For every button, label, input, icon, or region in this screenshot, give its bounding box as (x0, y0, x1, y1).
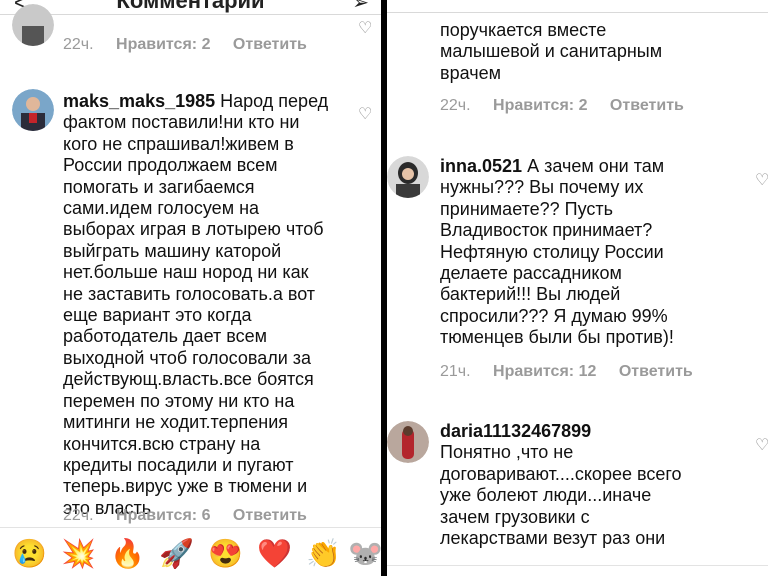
comment-meta: 22ч. Нравится: 2 Ответить (63, 36, 325, 54)
comment-text-line: делаете рассадником (440, 263, 622, 284)
comment-text-line: фактом поставили!ни кто ни (63, 112, 300, 133)
reply-button[interactable]: Ответить (610, 97, 684, 114)
send-icon[interactable]: ➢ (352, 0, 369, 15)
page-title: Комментарии (116, 0, 265, 13)
comment-text-line: нет.больше наш нород ни как (63, 262, 309, 283)
clapping-hands-icon[interactable]: 👏 (306, 538, 341, 570)
comment-username[interactable]: inna.0521 (440, 156, 522, 176)
red-heart-icon[interactable]: ❤️ (257, 538, 292, 570)
comment-text-line: не заставить голосовать.а вот (63, 283, 316, 304)
comment-text-line: поручкается вместе (440, 20, 607, 40)
rocket-icon[interactable]: 🚀 (159, 538, 194, 570)
mouse-icon[interactable]: 🐭 (348, 538, 381, 570)
comment-text-line: кончится.всю страну на (63, 433, 261, 454)
reply-button[interactable]: Ответить (233, 507, 307, 524)
avatar[interactable] (12, 89, 54, 131)
emoji-reaction-bar: 😢 💥 🔥 🚀 😍 ❤️ 👏 🐭 (0, 527, 381, 576)
comment-text-line: принимаете?? Пусть (440, 198, 614, 219)
comment-time: 21ч. (440, 363, 471, 380)
comment-text-line: выходной чтоб голосовали за (63, 347, 312, 368)
comment-text-line: нужны??? Вы почему их (440, 177, 644, 198)
avatar[interactable] (387, 421, 429, 463)
avatar[interactable] (12, 4, 54, 46)
comment-username[interactable]: daria11132467899 (440, 421, 591, 441)
comment-time: 22ч. (440, 97, 471, 114)
reply-button[interactable]: Ответить (619, 363, 693, 380)
header-bar (387, 0, 768, 13)
comment-text-line: тюменцев были бы против)! (440, 327, 674, 348)
comment-username[interactable]: maks_maks_1985 (63, 91, 215, 111)
comment-text-line: России продолжаем всем (63, 155, 278, 176)
comment-text-line: теперь.вирус уже в тюмени и (63, 476, 308, 497)
comment-body: поручкается вместе малышевой и санитарны… (440, 20, 740, 84)
comment-text-line: кредиты посадили и пугают (63, 454, 294, 475)
comment-text-line: договаривают....скорее всего (440, 463, 682, 484)
right-screenshot: поручкается вместе малышевой и санитарны… (387, 0, 768, 576)
likes-count[interactable]: Нравится: 6 (116, 507, 210, 524)
comment-meta: 22ч. Нравится: 2 Ответить (440, 97, 702, 115)
comment-text-line: уже болеют люди...иначе (440, 485, 652, 506)
comment-text-line: выборах играя в лотырею чтоб (63, 219, 324, 240)
comment-text-line: зачем грузовики с (440, 506, 590, 527)
comment-body: maks_maks_1985 Народ перед фактом постав… (63, 91, 348, 519)
comment-text-line: выйграть машину каторой (63, 240, 282, 261)
heart-eyes-icon[interactable]: 😍 (208, 538, 243, 570)
comment-text-line: спросили??? Я думаю 99% (440, 305, 668, 326)
like-heart-icon[interactable]: ♡ (358, 18, 372, 38)
reply-button[interactable]: Ответить (233, 36, 307, 53)
comment-text-line: сами.идем голосуем на (63, 198, 260, 219)
left-screenshot: < Комментарии ➢ 22ч. Нравится: 2 Ответит… (0, 0, 381, 576)
crying-face-icon[interactable]: 😢 (12, 538, 47, 570)
comment-text-line: перемен по этому ни кто на (63, 390, 295, 411)
comment-text-line: действующ.власть.все боятся (63, 369, 314, 390)
comment-text-line: помогать и загибаемся (63, 176, 255, 197)
like-heart-icon[interactable]: ♡ (755, 435, 768, 455)
comment-text-line: Народ перед (220, 91, 329, 111)
collision-icon[interactable]: 💥 (61, 538, 96, 570)
comment-text-line: работодатель дает всем (63, 326, 267, 347)
header-bar: < Комментарии ➢ (0, 0, 381, 15)
comment-text-line: еще вариант это когда (63, 305, 252, 326)
likes-count[interactable]: Нравится: 2 (493, 97, 587, 114)
fire-icon[interactable]: 🔥 (110, 538, 145, 570)
comment-body: inna.0521 А зачем они там нужны??? Вы по… (440, 156, 750, 349)
comment-text-line: Владивосток принимает? (440, 220, 653, 241)
likes-count[interactable]: Нравится: 12 (493, 363, 596, 380)
comment-meta: 21ч. Нравится: 12 Ответить (440, 363, 711, 381)
comment-meta: 22ч. Нравится: 6 Ответить (63, 507, 325, 525)
comment-text-line: врачем (440, 62, 501, 83)
like-heart-icon[interactable]: ♡ (358, 104, 372, 124)
comment-text-line: Нефтяную столицу России (440, 241, 664, 262)
likes-count[interactable]: Нравится: 2 (116, 36, 210, 53)
comment-time: 22ч. (63, 507, 94, 524)
bottom-bar (387, 565, 768, 576)
comment-text-line: А зачем они там (527, 156, 665, 176)
comment-text-line: Понятно ,что не (440, 442, 574, 463)
comment-text-line: митинги не ходит.терпения (63, 412, 289, 433)
like-heart-icon[interactable]: ♡ (755, 170, 768, 190)
comment-time: 22ч. (63, 36, 94, 53)
comment-text-line: лекарствами везут раз они (440, 528, 666, 549)
comment-body: daria11132467899 Понятно ,что не договар… (440, 421, 750, 549)
comment-text-line: малышевой и санитарным (440, 41, 663, 62)
comment-text-line: кого не спрашивал!живем в (63, 133, 294, 154)
avatar[interactable] (387, 156, 429, 198)
comment-text-line: бактерий!!! Вы людей (440, 284, 621, 305)
